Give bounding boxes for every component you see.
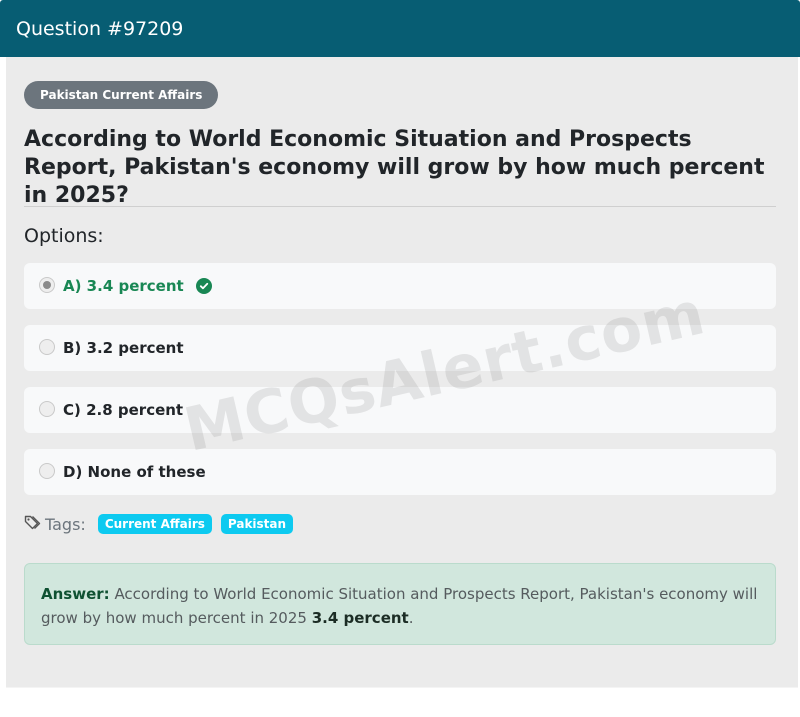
option-c[interactable]: C) 2.8 percent [24,387,776,433]
check-circle-icon [195,278,212,294]
options-label: Options: [24,225,104,247]
tags-icon [24,514,41,535]
question-number-title: Question #97209 [16,17,184,40]
category-badge[interactable]: Pakistan Current Affairs [24,81,219,109]
tags-label: Tags: [45,514,86,534]
radio-button[interactable] [39,462,55,479]
option-b[interactable]: B) 3.2 percent [24,325,776,371]
tags-row: Tags: Current Affairs Pakistan [24,513,302,535]
option-label: C) 2.8 percent [63,401,184,419]
answer-box: Answer: According to World Economic Situ… [24,563,776,645]
tag-current-affairs[interactable]: Current Affairs [97,514,212,534]
radio-button[interactable] [39,400,55,417]
option-label: A) 3.4 percent [63,277,184,295]
divider [24,206,776,207]
card-footer [6,687,798,717]
option-a[interactable]: A) 3.4 percent [24,263,776,309]
option-label: B) 3.2 percent [63,339,184,357]
radio-button[interactable] [39,338,55,355]
option-d[interactable]: D) None of these [24,449,776,495]
answer-end: . [408,609,414,627]
option-label: D) None of these [63,463,206,481]
question-text: According to World Economic Situation an… [24,127,765,208]
radio-button-selected[interactable] [39,276,55,293]
answer-value: 3.4 percent [311,609,409,627]
page-header: Question #97209 [0,0,800,57]
answer-label: Answer: [41,585,110,603]
tag-pakistan[interactable]: Pakistan [220,514,294,534]
